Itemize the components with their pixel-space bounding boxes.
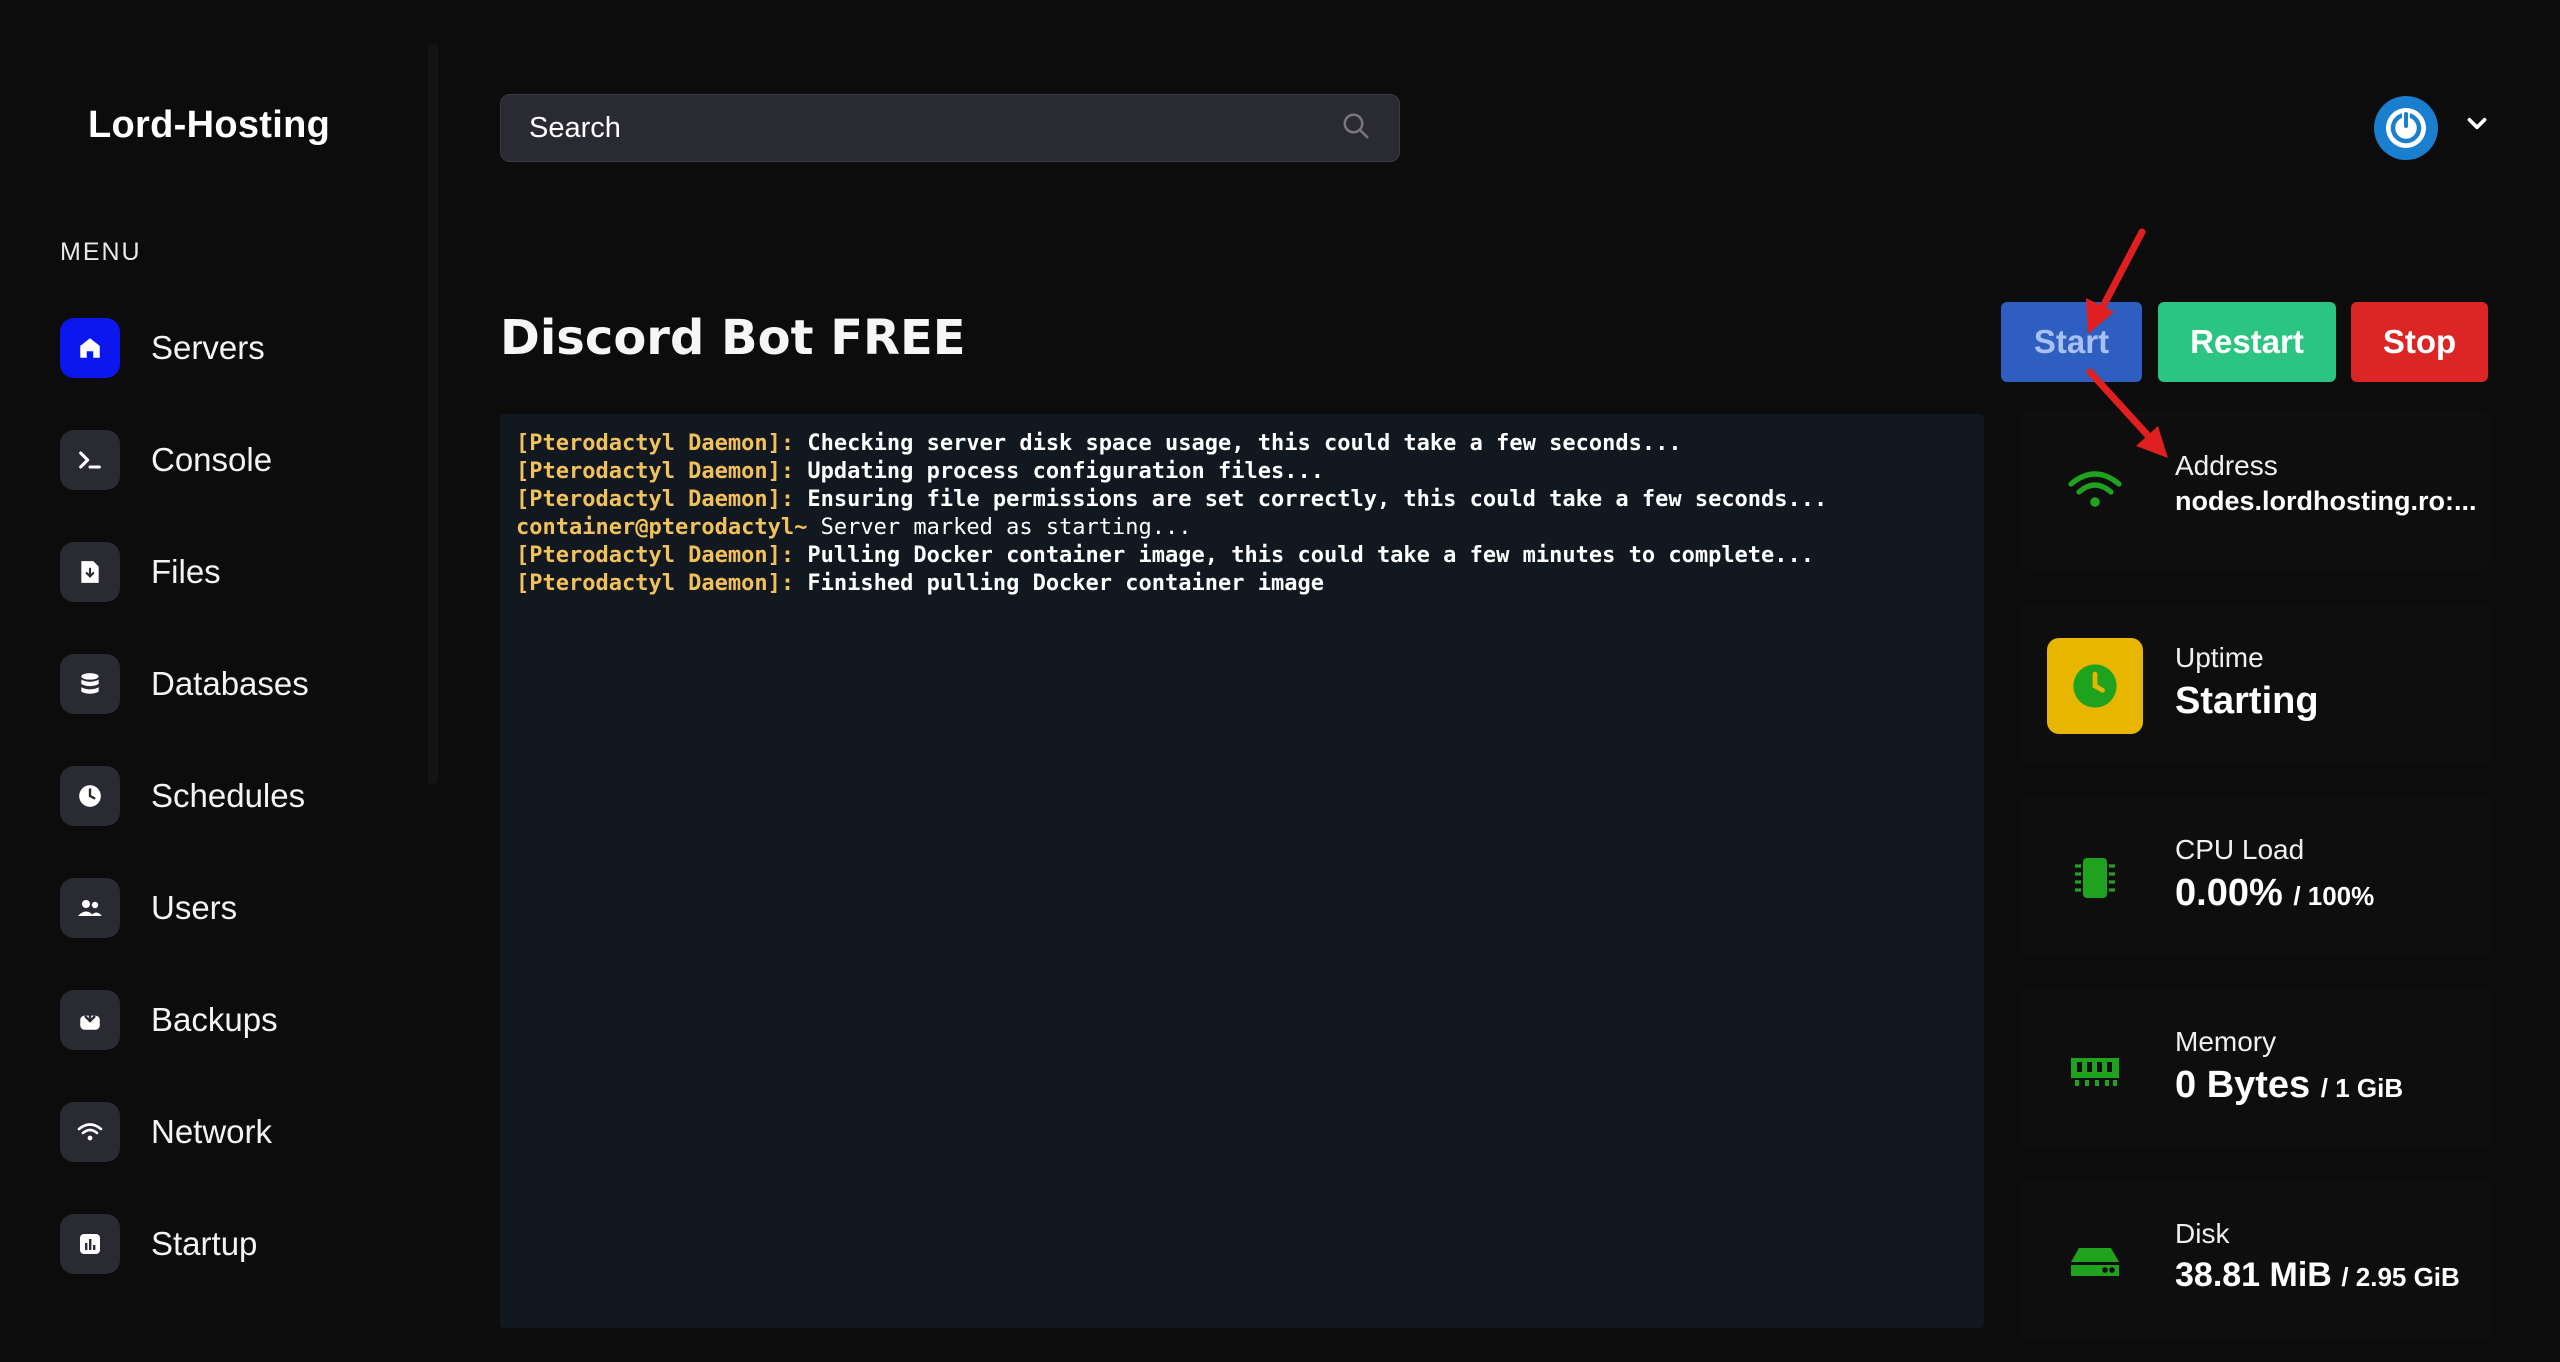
stat-value: 38.81 MiB / 2.95 GiB [2175,1256,2460,1295]
sidebar-item-users[interactable]: Users [60,878,400,938]
stat-cpu: CPU Load 0.00% / 100% [2020,796,2490,956]
restart-button[interactable]: Restart [2158,302,2336,382]
app: Lord-Hosting MENU Servers Console Files [0,0,2560,1362]
page-title: Discord Bot FREE [500,310,966,366]
sidebar: Lord-Hosting MENU Servers Console Files [0,0,438,1362]
stat-disk: Disk 38.81 MiB / 2.95 GiB [2020,1180,2490,1340]
stat-uptime: Uptime Starting [2020,604,2490,764]
sidebar-item-label: Backups [151,1001,278,1038]
console-line-prefix: container@pterodactyl~ [516,515,808,540]
sidebar-item-servers[interactable]: Servers [60,318,400,378]
memory-unit: / 1 GiB [2320,1073,2404,1103]
sidebar-item-files[interactable]: Files [60,542,400,602]
sidebar-item-databases[interactable]: Databases [60,654,400,714]
stat-value: Starting [2175,680,2319,722]
stat-label: Disk [2175,1218,2230,1249]
sidebar-item-label: Files [151,553,221,590]
console-line: [Pterodactyl Daemon]: Ensuring file perm… [516,486,1968,514]
console-line-prefix: [Pterodactyl Daemon]: [516,487,795,512]
cpu-value: 0.00% [2175,872,2283,914]
sidebar-item-label: Schedules [151,777,306,814]
stat-value: 0 Bytes / 1 GiB [2175,1064,2403,1107]
sidebar-item-label: Databases [151,665,309,702]
power-logo-icon [2386,108,2426,148]
console-line-prefix: [Pterodactyl Daemon]: [516,543,795,568]
console-line-prefix: [Pterodactyl Daemon]: [516,571,795,596]
console-line: [Pterodactyl Daemon]: Updating process c… [516,458,1968,486]
sidebar-scrollbar[interactable] [428,44,438,784]
console-line-text: Finished pulling Docker container image [794,571,1324,596]
stat-value[interactable]: nodes.lordhosting.ro:... [2175,486,2476,517]
memory-value: 0 Bytes [2175,1064,2311,1106]
console-line: [Pterodactyl Daemon]: Checking server di… [516,430,1968,458]
avatar[interactable] [2374,96,2438,160]
console-line: [Pterodactyl Daemon]: Pulling Docker con… [516,542,1968,570]
sidebar-item-console[interactable]: Console [60,430,400,490]
console-line: container@pterodactyl~ Server marked as … [516,514,1968,542]
sidebar-item-backups[interactable]: Backups [60,990,400,1050]
console-line-text: Ensuring file permissions are set correc… [794,487,1828,512]
menu-label: MENU [60,238,142,266]
stat-label: Address [2175,450,2278,481]
brand-title[interactable]: Lord-Hosting [88,104,330,147]
wifi-icon [2047,442,2143,538]
search-bar[interactable]: Search [500,94,1400,162]
stat-address: Address nodes.lordhosting.ro:... [2020,410,2490,570]
cpu-unit: / 100% [2293,881,2375,911]
wifi-icon [60,1102,120,1162]
sidebar-item-label: Console [151,441,273,478]
clock-icon [60,766,120,826]
terminal-icon [60,430,120,490]
console-line-text: Pulling Docker container image, this cou… [794,543,1815,568]
sidebar-item-network[interactable]: Network [60,1102,400,1162]
disk-value: 38.81 MiB [2175,1256,2332,1294]
console-line-prefix: [Pterodactyl Daemon]: [516,431,795,456]
home-icon [60,318,120,378]
file-icon [60,542,120,602]
disk-unit: / 2.95 GiB [2341,1262,2460,1292]
console-line-text: Updating process configuration files... [794,459,1324,484]
console-line-text: Server marked as starting... [807,515,1192,540]
console-line: [Pterodactyl Daemon]: Finished pulling D… [516,570,1968,598]
sidebar-item-startup[interactable]: Startup [60,1214,400,1274]
cpu-icon [2047,830,2143,926]
database-icon [60,654,120,714]
console-line-text: Checking server disk space usage, this c… [794,431,1682,456]
stop-button[interactable]: Stop [2351,302,2488,382]
stat-memory: Memory 0 Bytes / 1 GiB [2020,988,2490,1148]
chevron-down-icon[interactable] [2464,110,2490,141]
stat-label: CPU Load [2175,834,2305,865]
backup-icon [60,990,120,1050]
sidebar-item-label: Users [151,889,238,926]
console-line-prefix: [Pterodactyl Daemon]: [516,459,795,484]
search-icon[interactable] [1341,111,1371,146]
sidebar-item-schedules[interactable]: Schedules [60,766,400,826]
stat-label: Memory [2175,1026,2277,1057]
users-icon [60,878,120,938]
chart-icon [60,1214,120,1274]
disk-icon [2047,1214,2143,1310]
start-button[interactable]: Start [2001,302,2142,382]
console-output[interactable]: [Pterodactyl Daemon]: Checking server di… [500,414,1984,1328]
search-input[interactable]: Search [529,112,1341,145]
memory-icon [2047,1022,2143,1118]
stat-label: Uptime [2175,642,2264,673]
stat-value: 0.00% / 100% [2175,872,2374,915]
sidebar-item-label: Servers [151,329,265,366]
sidebar-item-label: Network [151,1113,273,1150]
sidebar-item-label: Startup [151,1225,258,1262]
clock-icon [2047,638,2143,734]
